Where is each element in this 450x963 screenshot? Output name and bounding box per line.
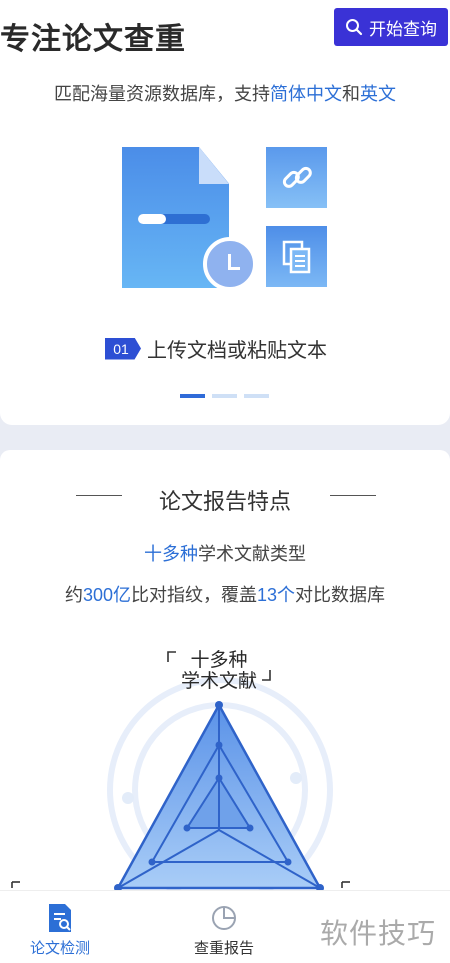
- feature-line-2: 约300亿比对指纹，覆盖13个对比数据库: [64, 585, 386, 605]
- progress-fill: [138, 214, 166, 224]
- carousel-dot[interactable]: [212, 394, 237, 398]
- tab-report[interactable]: 查重报告: [164, 899, 284, 958]
- start-query-button[interactable]: 开始查询: [334, 8, 448, 46]
- divider-right: [330, 495, 376, 496]
- radar-label-top-line2: 学术文献: [181, 670, 257, 692]
- radar-diagram: 十多种 学术文献: [11, 649, 350, 890]
- intro-subtitle: 匹配海量资源数据库，支持简体中文和英文: [54, 84, 396, 104]
- tab-paper-check[interactable]: 论文检测: [0, 899, 120, 958]
- tab-report-label: 查重报告: [193, 940, 254, 957]
- carousel-dots: [180, 394, 276, 398]
- watermark-text: 软件技巧: [320, 918, 437, 949]
- tab-paper-check-label: 论文检测: [29, 940, 90, 957]
- intro-card: 专注论文查重 开始查询 匹配海量资源数据库，支持简体中文和英文 01 上传文档或…: [0, 0, 450, 425]
- radar-label-top-line1: 十多种: [190, 649, 247, 671]
- page-title: 专注论文查重: [0, 23, 186, 56]
- start-query-label: 开始查询: [369, 19, 437, 39]
- step-number: 01: [105, 337, 141, 360]
- copy-icon: [266, 226, 327, 287]
- document-search-icon: [49, 904, 71, 932]
- link-icon: [266, 147, 327, 208]
- carousel-dot[interactable]: [244, 394, 269, 398]
- clock-icon: [203, 237, 257, 291]
- pie-chart-icon: [212, 906, 236, 930]
- step-indicator: 01 上传文档或粘贴文本: [105, 334, 327, 363]
- feature-line-1: 十多种学术文献类型: [144, 544, 306, 564]
- section-title: 论文报告特点: [158, 489, 291, 514]
- search-icon: [346, 19, 363, 36]
- upload-illustration: [118, 142, 333, 302]
- carousel-dot[interactable]: [180, 394, 205, 398]
- step-text: 上传文档或粘贴文本: [147, 340, 327, 362]
